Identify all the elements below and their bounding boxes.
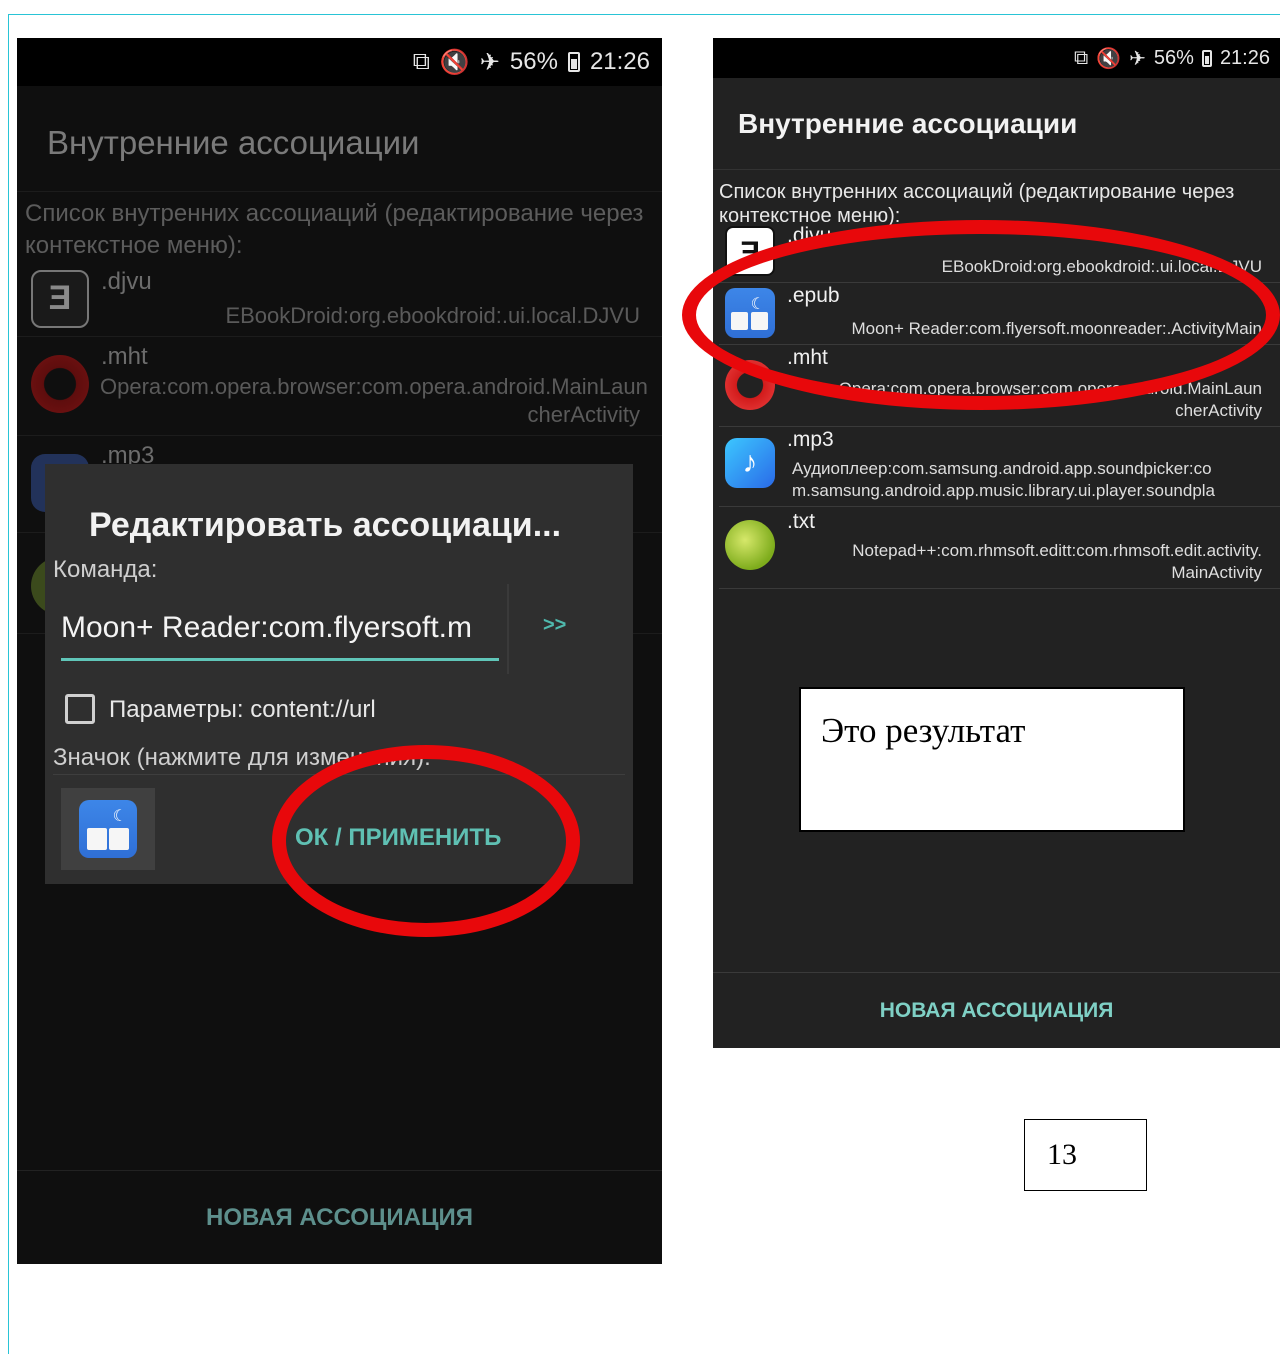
list-item-ext: .djvu xyxy=(787,224,832,247)
page-number: 13 xyxy=(1024,1119,1147,1191)
right-phone-screenshot: ⧉ 🔇 ✈ 56% 21:26 Внутренние ассоциации Сп… xyxy=(713,38,1280,1048)
list-item-txt[interactable]: .txt Notepad++:com.rhmsoft.editt:com.rhm… xyxy=(719,510,1280,589)
page-title: Внутренние ассоциации xyxy=(713,78,1280,170)
battery-percent: 56% xyxy=(1153,46,1194,69)
battery-icon xyxy=(1201,49,1212,67)
opera-icon xyxy=(31,355,89,413)
moon-icon: ☾ xyxy=(750,296,765,313)
list-item-pkg: Moon+ Reader:com.flyersoft.moonreader:.A… xyxy=(851,319,1262,338)
music-note-icon: ♪ xyxy=(725,438,775,488)
list-item-pkg: Opera:com.opera.browser:com.opera.androi… xyxy=(100,374,648,427)
airplane-icon: ✈ xyxy=(479,48,500,76)
moon-reader-icon: ☾ xyxy=(725,288,775,338)
battery-icon xyxy=(567,52,580,72)
list-item-pkg: Notepad++:com.rhmsoft.editt:com.rhmsoft.… xyxy=(852,541,1262,582)
next-button[interactable]: >> xyxy=(543,614,566,637)
command-label: Команда: xyxy=(53,556,158,583)
list-item-djvu[interactable]: Ǝ .djvu EBookDroid:org.ebookdroid:.ui.lo… xyxy=(17,262,662,337)
battery-percent: 56% xyxy=(509,48,558,75)
list-item-ext: .djvu xyxy=(101,268,152,295)
icon-label: Значок (нажмите для изменения): xyxy=(53,744,431,771)
list-item-ext: .mp3 xyxy=(787,428,834,451)
list-item-ext: .epub xyxy=(787,284,840,307)
command-input[interactable]: Moon+ Reader:com.flyersoft.m xyxy=(61,606,499,661)
list-item-ext: .txt xyxy=(787,510,816,533)
left-phone-screenshot: ⧉ 🔇 ✈ 56% 21:26 Внутренние ассоциации Сп… xyxy=(17,38,662,1264)
params-label: Параметры: content://url xyxy=(109,696,376,723)
ebookdroid-icon: Ǝ xyxy=(725,226,775,276)
list-item-mht[interactable]: .mht Opera:com.opera.browser:com.opera.a… xyxy=(719,346,1280,427)
moon-reader-icon: ☾ xyxy=(79,800,137,858)
clock: 21:26 xyxy=(589,48,650,75)
ok-apply-button[interactable]: ОК / ПРИМЕНИТЬ xyxy=(295,824,501,852)
status-bar: ⧉ 🔇 ✈ 56% 21:26 xyxy=(713,38,1280,78)
list-subtitle: Список внутренних ассоциаций (редактиров… xyxy=(25,200,644,259)
divider xyxy=(507,584,509,674)
list-subtitle: Список внутренних ассоциаций (редактиров… xyxy=(719,181,1235,227)
ebookdroid-icon: Ǝ xyxy=(31,270,89,328)
list-item-pkg: Opera:com.opera.browser:com.opera.androi… xyxy=(838,379,1262,420)
clock: 21:26 xyxy=(1219,46,1270,69)
status-bar: ⧉ 🔇 ✈ 56% 21:26 xyxy=(17,38,662,86)
moon-icon: ☾ xyxy=(112,808,127,825)
list-item-djvu[interactable]: Ǝ .djvu EBookDroid:org.ebookdroid:.ui.lo… xyxy=(719,224,1280,283)
airplane-icon: ✈ xyxy=(1129,47,1146,70)
page-title: Внутренние ассоциации xyxy=(17,86,662,192)
list-item-pkg: EBookDroid:org.ebookdroid:.ui.local.DJVU xyxy=(941,257,1262,276)
mute-icon: 🔇 xyxy=(1096,47,1122,70)
list-item-pkg: Аудиоплеер:com.samsung.android.app.sound… xyxy=(792,459,1216,500)
icon-picker[interactable]: ☾ xyxy=(61,788,155,870)
list-item-epub[interactable]: ☾ .epub Moon+ Reader:com.flyersoft.moonr… xyxy=(719,284,1280,345)
cast-icon: ⧉ xyxy=(412,48,430,75)
chameleon-icon xyxy=(725,520,775,570)
list-item-mp3[interactable]: ♪ .mp3 Аудиоплеер:com.samsung.android.ap… xyxy=(719,428,1280,507)
cast-icon: ⧉ xyxy=(1073,46,1089,69)
opera-icon xyxy=(725,360,775,410)
edit-association-dialog: Редактировать ассоциаци... Команда: Moon… xyxy=(45,464,633,884)
divider xyxy=(53,774,625,775)
mute-icon: 🔇 xyxy=(439,48,470,76)
list-item-ext: .mht xyxy=(787,346,828,369)
list-item-pkg: EBookDroid:org.ebookdroid:.ui.local.DJVU xyxy=(225,303,640,328)
result-caption: Это результат xyxy=(799,687,1185,832)
list-item-mht[interactable]: .mht Opera:com.opera.browser:com.opera.a… xyxy=(17,337,662,436)
list-item-ext: .mht xyxy=(101,343,148,370)
params-checkbox[interactable] xyxy=(65,694,95,724)
dialog-title: Редактировать ассоциаци... xyxy=(89,506,562,544)
new-association-button[interactable]: НОВАЯ АССОЦИАЦИЯ xyxy=(713,972,1280,1048)
new-association-button[interactable]: НОВАЯ АССОЦИАЦИЯ xyxy=(17,1170,662,1264)
